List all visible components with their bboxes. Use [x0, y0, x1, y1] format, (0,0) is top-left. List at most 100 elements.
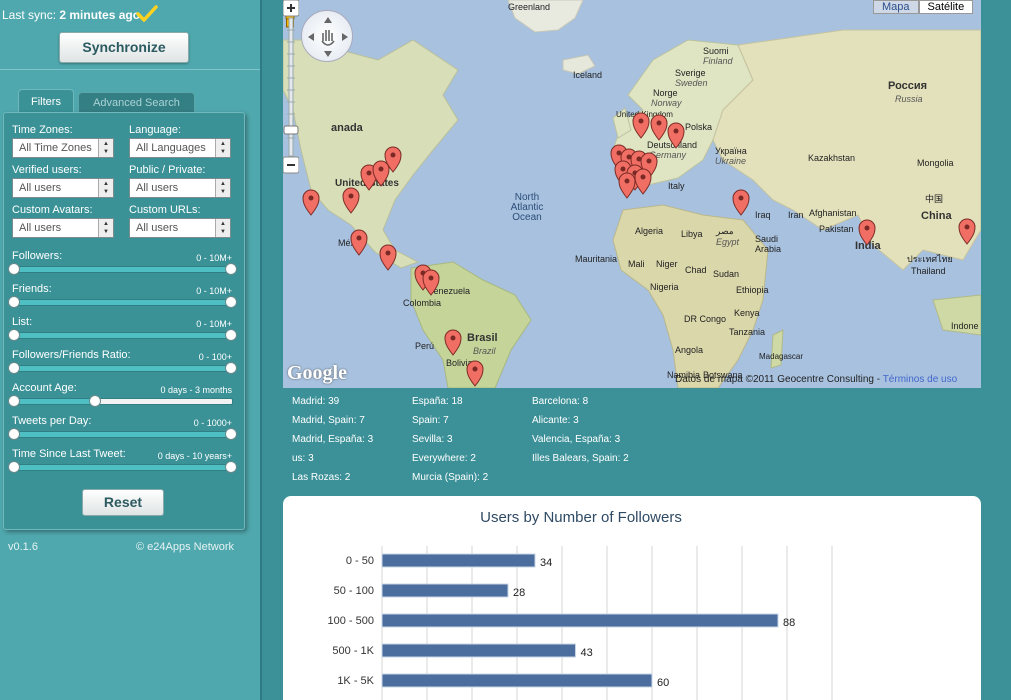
slider-handle-min[interactable]: [8, 263, 20, 275]
last-sync-status: Last sync: 2 minutes ago: [2, 8, 140, 22]
spinner-arrows-icon: ▲ ▼: [215, 139, 230, 157]
verified-users-select[interactable]: All users ▲ ▼: [12, 178, 114, 198]
map-label: Indone: [951, 321, 979, 331]
map-label: Deutschland: [647, 140, 698, 150]
account-age-range-slider[interactable]: [8, 395, 233, 407]
time-zones-label: Time Zones:: [12, 124, 73, 136]
pan-control[interactable]: [301, 10, 353, 62]
slider-handle-min[interactable]: [8, 296, 20, 308]
slider-handle-max[interactable]: [225, 428, 237, 440]
time-zones-value: All Time Zones: [19, 142, 92, 154]
custom-urls-value: All users: [136, 222, 179, 234]
location-count: Madrid, Spain: 7: [292, 415, 365, 426]
time-zones-select[interactable]: All Time Zones ▲ ▼: [12, 138, 114, 158]
google-logo: Google: [287, 362, 347, 384]
map-label: Россия: [888, 80, 928, 92]
chart-bar[interactable]: [381, 613, 779, 628]
map-label: Finland: [703, 56, 733, 66]
custom-avatars-value: All users: [19, 222, 62, 234]
slider-handle-max[interactable]: [225, 362, 237, 374]
map-label: Saudi Arabia: [755, 234, 782, 254]
tab-advanced-search[interactable]: Advanced Search: [78, 92, 195, 113]
ratio-range-slider[interactable]: [8, 362, 237, 374]
slider-handle-max[interactable]: [225, 461, 237, 473]
map-label: Kazakhstan: [808, 153, 856, 163]
map-label: Angola: [675, 345, 704, 355]
pan-arrows-icon: [308, 17, 348, 57]
slider-handle-min[interactable]: [8, 395, 20, 407]
map-label: مصر: [716, 226, 734, 236]
location-count: us: 3: [292, 453, 314, 464]
chart-value-label: 60: [657, 677, 669, 689]
chart-bar[interactable]: [381, 583, 509, 598]
tweets-per-day-range-value: 0 - 1000+: [193, 418, 232, 428]
public-private-select[interactable]: All users ▲ ▼: [129, 178, 231, 198]
custom-avatars-select[interactable]: All users ▲ ▼: [12, 218, 114, 238]
map-label: Norge: [653, 88, 678, 98]
verified-users-label: Verified users:: [12, 164, 82, 176]
chart-category-label: 500 - 1K: [332, 645, 374, 657]
map-attribution: Datos de mapa ©2011 Geocentre Consulting…: [675, 374, 957, 385]
map-label: DR Congo: [684, 314, 727, 324]
slider-handle-max[interactable]: [225, 296, 237, 308]
slider-handle-max[interactable]: [225, 329, 237, 341]
map-label: Colombia: [403, 298, 442, 308]
chart-bar[interactable]: [381, 643, 576, 658]
spinner-arrows-icon: ▲ ▼: [98, 219, 113, 237]
tweets-per-day-range-slider[interactable]: [8, 428, 237, 440]
verified-users-value: All users: [19, 182, 62, 194]
map-label: Україна: [715, 146, 747, 156]
map-label: Algeria: [635, 226, 664, 236]
chart-bar[interactable]: [381, 673, 653, 688]
public-private-value: All users: [136, 182, 179, 194]
slider-handle-min[interactable]: [8, 329, 20, 341]
slider-handle-min[interactable]: [8, 461, 20, 473]
spinner-arrows-icon: ▲ ▼: [98, 179, 113, 197]
slider-handle-min[interactable]: [8, 362, 20, 374]
tab-filters[interactable]: Filters: [18, 89, 74, 113]
map-label: ประเทศไทย: [907, 254, 953, 264]
map-label: Greenland: [508, 2, 551, 12]
map-label: Egypt: [716, 237, 740, 247]
location-count: Madrid: 39: [292, 396, 340, 407]
followers-chart-card: Users by Number of Followers 0 - 50 34 50 …: [283, 496, 981, 700]
map-label: anada: [331, 122, 363, 134]
map-label: Brazil: [473, 346, 496, 356]
map-label: Russia: [895, 94, 923, 104]
location-count: Madrid, España: 3: [292, 434, 374, 445]
map-label: Niger: [656, 259, 678, 269]
slider-handle-max[interactable]: [225, 263, 237, 275]
chart-bar[interactable]: [381, 553, 536, 568]
zoom-control[interactable]: [283, 0, 299, 175]
list-range-slider[interactable]: [8, 329, 237, 341]
map-label: Iraq: [755, 210, 771, 220]
world-map[interactable]: Greenland Iceland anada United States Mé…: [283, 0, 981, 388]
slider-handle-min[interactable]: [8, 428, 20, 440]
synchronize-button[interactable]: Synchronize: [59, 32, 189, 63]
language-select[interactable]: All Languages ▲ ▼: [129, 138, 231, 158]
last-sync-value: 2 minutes ago: [59, 8, 141, 22]
map-type-satellite-button[interactable]: Satélite: [918, 0, 974, 14]
checkmark-icon: [136, 5, 158, 22]
map-type-map-button[interactable]: Mapa: [873, 0, 919, 14]
custom-urls-select[interactable]: All users ▲ ▼: [129, 218, 231, 238]
custom-urls-label: Custom URLs:: [129, 204, 201, 216]
location-count: Illes Balears, Spain: 2: [532, 453, 629, 464]
time-since-last-tweet-range-label: Time Since Last Tweet:: [12, 448, 126, 460]
map-label: 中国: [925, 194, 944, 204]
time-since-last-tweet-range-slider[interactable]: [8, 461, 237, 473]
followers-range-value: 0 - 10M+: [196, 253, 232, 263]
followers-range-slider[interactable]: [8, 263, 237, 275]
map-label: Nigeria: [650, 282, 679, 292]
reset-button[interactable]: Reset: [82, 489, 164, 516]
slider-handle-max[interactable]: [89, 395, 101, 407]
custom-avatars-label: Custom Avatars:: [12, 204, 93, 216]
terms-of-use-link[interactable]: Términos de uso: [883, 374, 957, 385]
location-count: España: 18: [412, 396, 463, 407]
map-label: United States: [335, 178, 399, 189]
followers-range-label: Followers:: [12, 250, 63, 262]
chart-value-label: 28: [513, 587, 525, 599]
language-value: All Languages: [136, 142, 206, 154]
map-label: Madagascar: [759, 352, 804, 361]
friends-range-slider[interactable]: [8, 296, 237, 308]
